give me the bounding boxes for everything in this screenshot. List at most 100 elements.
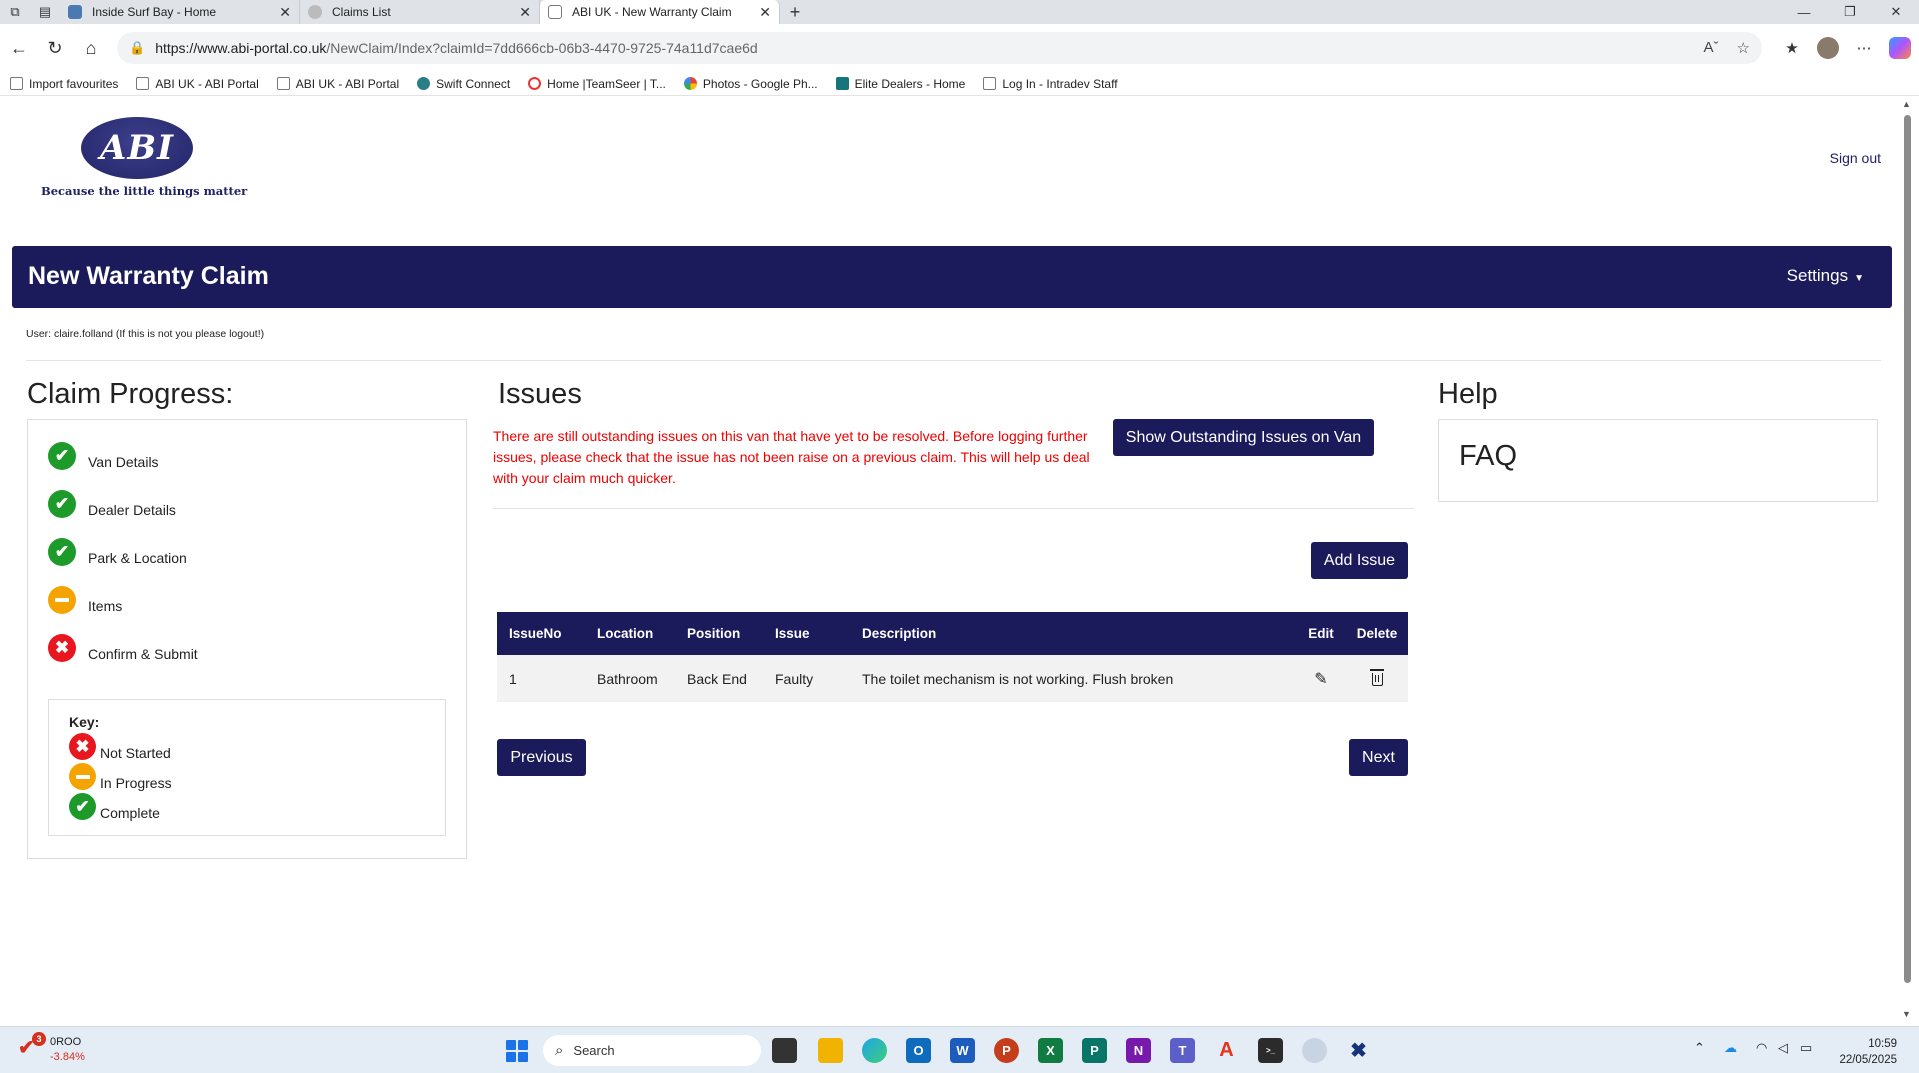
browser-tab-new-warranty-claim[interactable]: ABI UK - New Warranty Claim ✕ <box>540 0 780 24</box>
progress-step-items[interactable]: Items <box>48 586 122 614</box>
favourite-star-icon[interactable]: ☆ <box>1737 39 1750 57</box>
next-button[interactable]: Next <box>1349 739 1408 776</box>
address-bar[interactable]: 🔒 https://www.abi-portal.co.uk/NewClaim/… <box>117 32 1762 64</box>
scroll-up-icon[interactable]: ▲ <box>1902 99 1911 109</box>
bookmark-abi-portal[interactable]: ABI UK - ABI Portal <box>136 76 259 91</box>
url-host: https://www.abi-portal.co.uk <box>155 40 327 56</box>
sign-out-link[interactable]: Sign out <box>1830 150 1881 166</box>
trash-icon[interactable] <box>1369 668 1384 686</box>
task-view-icon[interactable] <box>772 1038 797 1063</box>
tab-title: Inside Surf Bay - Home <box>92 5 217 19</box>
refresh-icon[interactable]: ↻ <box>38 31 72 65</box>
stock-name: 0ROO <box>50 1036 82 1048</box>
browser-tab-inside-surf-bay[interactable]: Inside Surf Bay - Home ✕ <box>60 0 300 24</box>
taskbar-clock[interactable]: 10:59 22/05/2025 <box>1839 1036 1897 1068</box>
publisher-icon[interactable]: P <box>1082 1038 1107 1063</box>
home-icon[interactable]: ⌂ <box>74 31 108 65</box>
bookmark-google-photos[interactable]: Photos - Google Ph... <box>683 77 818 91</box>
address-row: ← ↻ ⌂ 🔒 https://www.abi-portal.co.uk/New… <box>0 24 1919 72</box>
cell-delete <box>1346 655 1408 702</box>
abi-logo[interactable]: ABI Because the little things matter <box>41 117 247 198</box>
terminal-icon[interactable]: >_ <box>1258 1038 1283 1063</box>
close-tab-icon[interactable]: ✕ <box>519 4 531 21</box>
lock-icon[interactable]: 🔒 <box>129 40 145 56</box>
add-issue-button[interactable]: Add Issue <box>1311 542 1408 579</box>
bookmark-label: ABI UK - ABI Portal <box>155 76 259 91</box>
bookmark-elite-dealers[interactable]: Elite Dealers - Home <box>835 77 965 91</box>
close-tab-icon[interactable]: ✕ <box>759 4 771 21</box>
help-panel: FAQ <box>1438 419 1878 502</box>
bookmark-swift-connect[interactable]: Swift Connect <box>417 77 510 91</box>
outstanding-issues-warning: There are still outstanding issues on th… <box>493 428 1090 486</box>
copilot-icon[interactable] <box>1889 37 1911 59</box>
scroll-down-icon[interactable]: ▼ <box>1902 1009 1911 1019</box>
progress-step-park-location[interactable]: ✔ Park & Location <box>48 538 187 566</box>
teams-icon[interactable]: T <box>1170 1038 1195 1063</box>
clock-date: 22/05/2025 <box>1839 1054 1897 1066</box>
word-icon[interactable]: W <box>950 1038 975 1063</box>
check-icon: ✔ <box>48 538 76 566</box>
previous-button[interactable]: Previous <box>497 739 586 776</box>
page-scrollbar[interactable]: ▲ ▼ <box>1901 97 1913 1021</box>
excel-icon[interactable]: X <box>1038 1038 1063 1063</box>
battery-icon[interactable]: ▭ <box>1800 1040 1812 1056</box>
cell-location: Bathroom <box>585 655 675 702</box>
windows-taskbar: ✔ 3 0ROO -3.84% ⌕ Search O W P X P N T A … <box>0 1026 1919 1073</box>
app-icon[interactable]: ✖ <box>1346 1038 1371 1063</box>
wifi-icon[interactable]: ◠ <box>1756 1040 1767 1056</box>
bookmark-teamseer[interactable]: Home |TeamSeer | T... <box>528 77 666 91</box>
profile-avatar[interactable] <box>1817 37 1839 59</box>
key-title: Key: <box>69 714 100 730</box>
chevron-up-icon[interactable]: ⌃ <box>1694 1040 1705 1056</box>
tab-actions-icon[interactable]: ▤ <box>30 0 60 24</box>
minimize-icon[interactable]: — <box>1781 0 1827 24</box>
scrollbar-thumb[interactable] <box>1904 115 1911 983</box>
edge-icon[interactable] <box>862 1038 887 1063</box>
bookmark-abi-portal[interactable]: ABI UK - ABI Portal <box>276 77 399 91</box>
faq-link[interactable]: FAQ <box>1459 440 1517 473</box>
search-icon: ⌕ <box>555 1042 564 1059</box>
in-progress-icon <box>48 586 76 614</box>
page-icon <box>136 77 150 90</box>
read-aloud-icon[interactable]: Aˇ <box>1704 39 1719 57</box>
close-window-icon[interactable]: ✕ <box>1873 0 1919 24</box>
progress-step-dealer-details[interactable]: ✔ Dealer Details <box>48 490 176 518</box>
close-tab-icon[interactable]: ✕ <box>279 4 291 21</box>
file-explorer-icon[interactable] <box>818 1038 843 1063</box>
stock-change: -3.84% <box>50 1051 85 1063</box>
tab-favicon-icon <box>548 5 562 19</box>
pencil-icon[interactable]: ✎ <box>1314 669 1327 689</box>
import-icon <box>10 77 23 90</box>
windows-start-icon[interactable] <box>506 1040 528 1062</box>
clock-time: 10:59 <box>1868 1038 1897 1050</box>
favourites-icon[interactable]: ★ <box>1781 37 1803 59</box>
new-tab-icon[interactable]: + <box>780 0 810 24</box>
bookmark-import-favourites[interactable]: Import favourites <box>10 77 118 91</box>
acrobat-icon[interactable]: A <box>1214 1038 1239 1063</box>
workspaces-icon[interactable]: ⧉ <box>0 0 30 24</box>
settings-label: Settings <box>1786 266 1849 285</box>
elite-dealers-icon <box>835 77 849 90</box>
more-icon[interactable]: ⋯ <box>1853 37 1875 59</box>
cross-icon: ✖ <box>48 634 76 662</box>
status-key-box: Key: ✖ Not Started In Progress ✔ Complet… <box>48 699 446 836</box>
stock-widget[interactable]: ✔ 3 0ROO -3.84% <box>18 1032 85 1065</box>
taskbar-search[interactable]: ⌕ Search <box>543 1035 761 1066</box>
show-outstanding-issues-button[interactable]: Show Outstanding Issues on Van <box>1113 419 1374 456</box>
cell-issue: Faulty <box>763 655 850 702</box>
back-icon[interactable]: ← <box>2 31 36 65</box>
restore-icon[interactable]: ❐ <box>1827 0 1873 24</box>
outlook-icon[interactable]: O <box>906 1038 931 1063</box>
column-header-issue-no: IssueNo <box>497 612 585 655</box>
volume-icon[interactable]: ◁ <box>1778 1040 1788 1056</box>
progress-step-confirm-submit[interactable]: ✖ Confirm & Submit <box>48 634 198 662</box>
current-user-line: User: claire.folland (If this is not you… <box>26 328 265 340</box>
onenote-icon[interactable]: N <box>1126 1038 1151 1063</box>
powerpoint-icon[interactable]: P <box>994 1038 1019 1063</box>
bookmark-intradev[interactable]: Log In - Intradev Staff <box>983 77 1118 91</box>
progress-step-van-details[interactable]: ✔ Van Details <box>48 442 159 470</box>
browser-tab-claims-list[interactable]: Claims List ✕ <box>300 0 540 24</box>
onedrive-icon[interactable]: ☁ <box>1724 1040 1737 1056</box>
app-icon[interactable] <box>1302 1038 1327 1063</box>
settings-dropdown[interactable]: Settings ▼ <box>1787 266 1864 286</box>
